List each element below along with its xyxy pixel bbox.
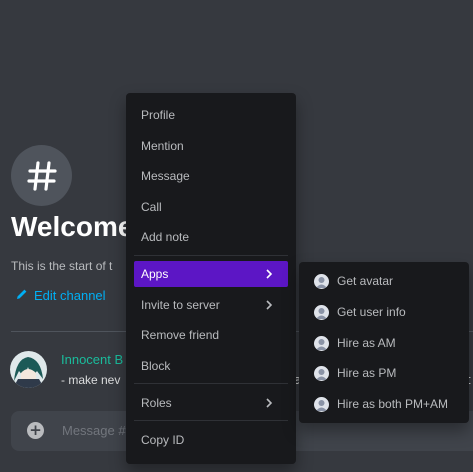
welcome-title: Welcome — [11, 211, 134, 242]
menu-item-message[interactable]: Message — [134, 163, 288, 189]
menu-item-label: Message — [141, 169, 190, 183]
menu-item-roles[interactable]: Roles — [134, 390, 288, 416]
add-attachment-icon[interactable]: + — [27, 422, 44, 439]
menu-item-add-note[interactable]: Add note — [134, 224, 288, 250]
app-item-hire-as-pm[interactable]: Hire as PM — [307, 360, 461, 386]
menu-item-label: Roles — [141, 396, 172, 410]
user-context-menu: Profile Mention Message Call Add note Ap… — [126, 93, 296, 464]
menu-item-label: Copy ID — [141, 433, 185, 447]
menu-item-profile[interactable]: Profile — [134, 102, 288, 128]
menu-item-copy-id[interactable]: Copy ID — [134, 427, 288, 453]
app-item-hire-as-am[interactable]: Hire as AM — [307, 330, 461, 356]
channel-hash-icon — [11, 145, 72, 206]
app-avatar-icon — [314, 273, 329, 289]
menu-item-label: Add note — [141, 230, 190, 244]
edit-channel-link[interactable]: Edit channel — [16, 288, 106, 303]
menu-item-apps[interactable]: Apps — [134, 261, 288, 287]
apps-submenu: Get avatar Get user info Hire as AM Hire… — [299, 262, 469, 423]
menu-item-call[interactable]: Call — [134, 194, 288, 220]
menu-item-label: Invite to server — [141, 298, 220, 312]
chevron-right-icon — [266, 269, 273, 279]
menu-separator — [134, 420, 288, 421]
menu-item-label: Remove friend — [141, 328, 220, 342]
menu-item-remove-friend[interactable]: Remove friend — [134, 322, 288, 348]
chevron-right-icon — [266, 300, 273, 310]
pencil-icon — [16, 288, 28, 303]
message-body: - make nev — [61, 373, 121, 387]
app-avatar-icon — [314, 335, 329, 351]
menu-item-label: Profile — [141, 108, 176, 122]
app-item-label: Hire as AM — [337, 336, 396, 350]
menu-separator — [134, 383, 288, 384]
app-item-label: Get avatar — [337, 274, 394, 288]
menu-item-invite-to-server[interactable]: Invite to server — [134, 292, 288, 318]
avatar[interactable] — [10, 351, 47, 388]
menu-item-label: Call — [141, 200, 162, 214]
chevron-right-icon — [266, 398, 273, 408]
composer-placeholder: Message # — [62, 423, 126, 438]
menu-item-label: Apps — [141, 267, 169, 281]
app-avatar-icon — [314, 396, 329, 412]
app-avatar-icon — [314, 365, 329, 381]
message-author[interactable]: Innocent B — [61, 352, 123, 367]
app-item-get-user-info[interactable]: Get user info — [307, 299, 461, 325]
app-item-label: Hire as both PM+AM — [337, 397, 449, 411]
app-item-label: Get user info — [337, 305, 406, 319]
menu-separator — [134, 255, 288, 256]
app-item-get-avatar[interactable]: Get avatar — [307, 268, 461, 294]
welcome-subtitle: This is the start of t — [11, 259, 113, 273]
app-avatar-icon — [314, 304, 329, 320]
app-item-hire-as-both[interactable]: Hire as both PM+AM — [307, 391, 461, 417]
menu-item-mention[interactable]: Mention — [134, 133, 288, 159]
edit-channel-label: Edit channel — [34, 288, 106, 303]
menu-item-label: Block — [141, 359, 171, 373]
menu-item-label: Mention — [141, 139, 184, 153]
menu-item-block[interactable]: Block — [134, 353, 288, 379]
app-item-label: Hire as PM — [337, 366, 397, 380]
